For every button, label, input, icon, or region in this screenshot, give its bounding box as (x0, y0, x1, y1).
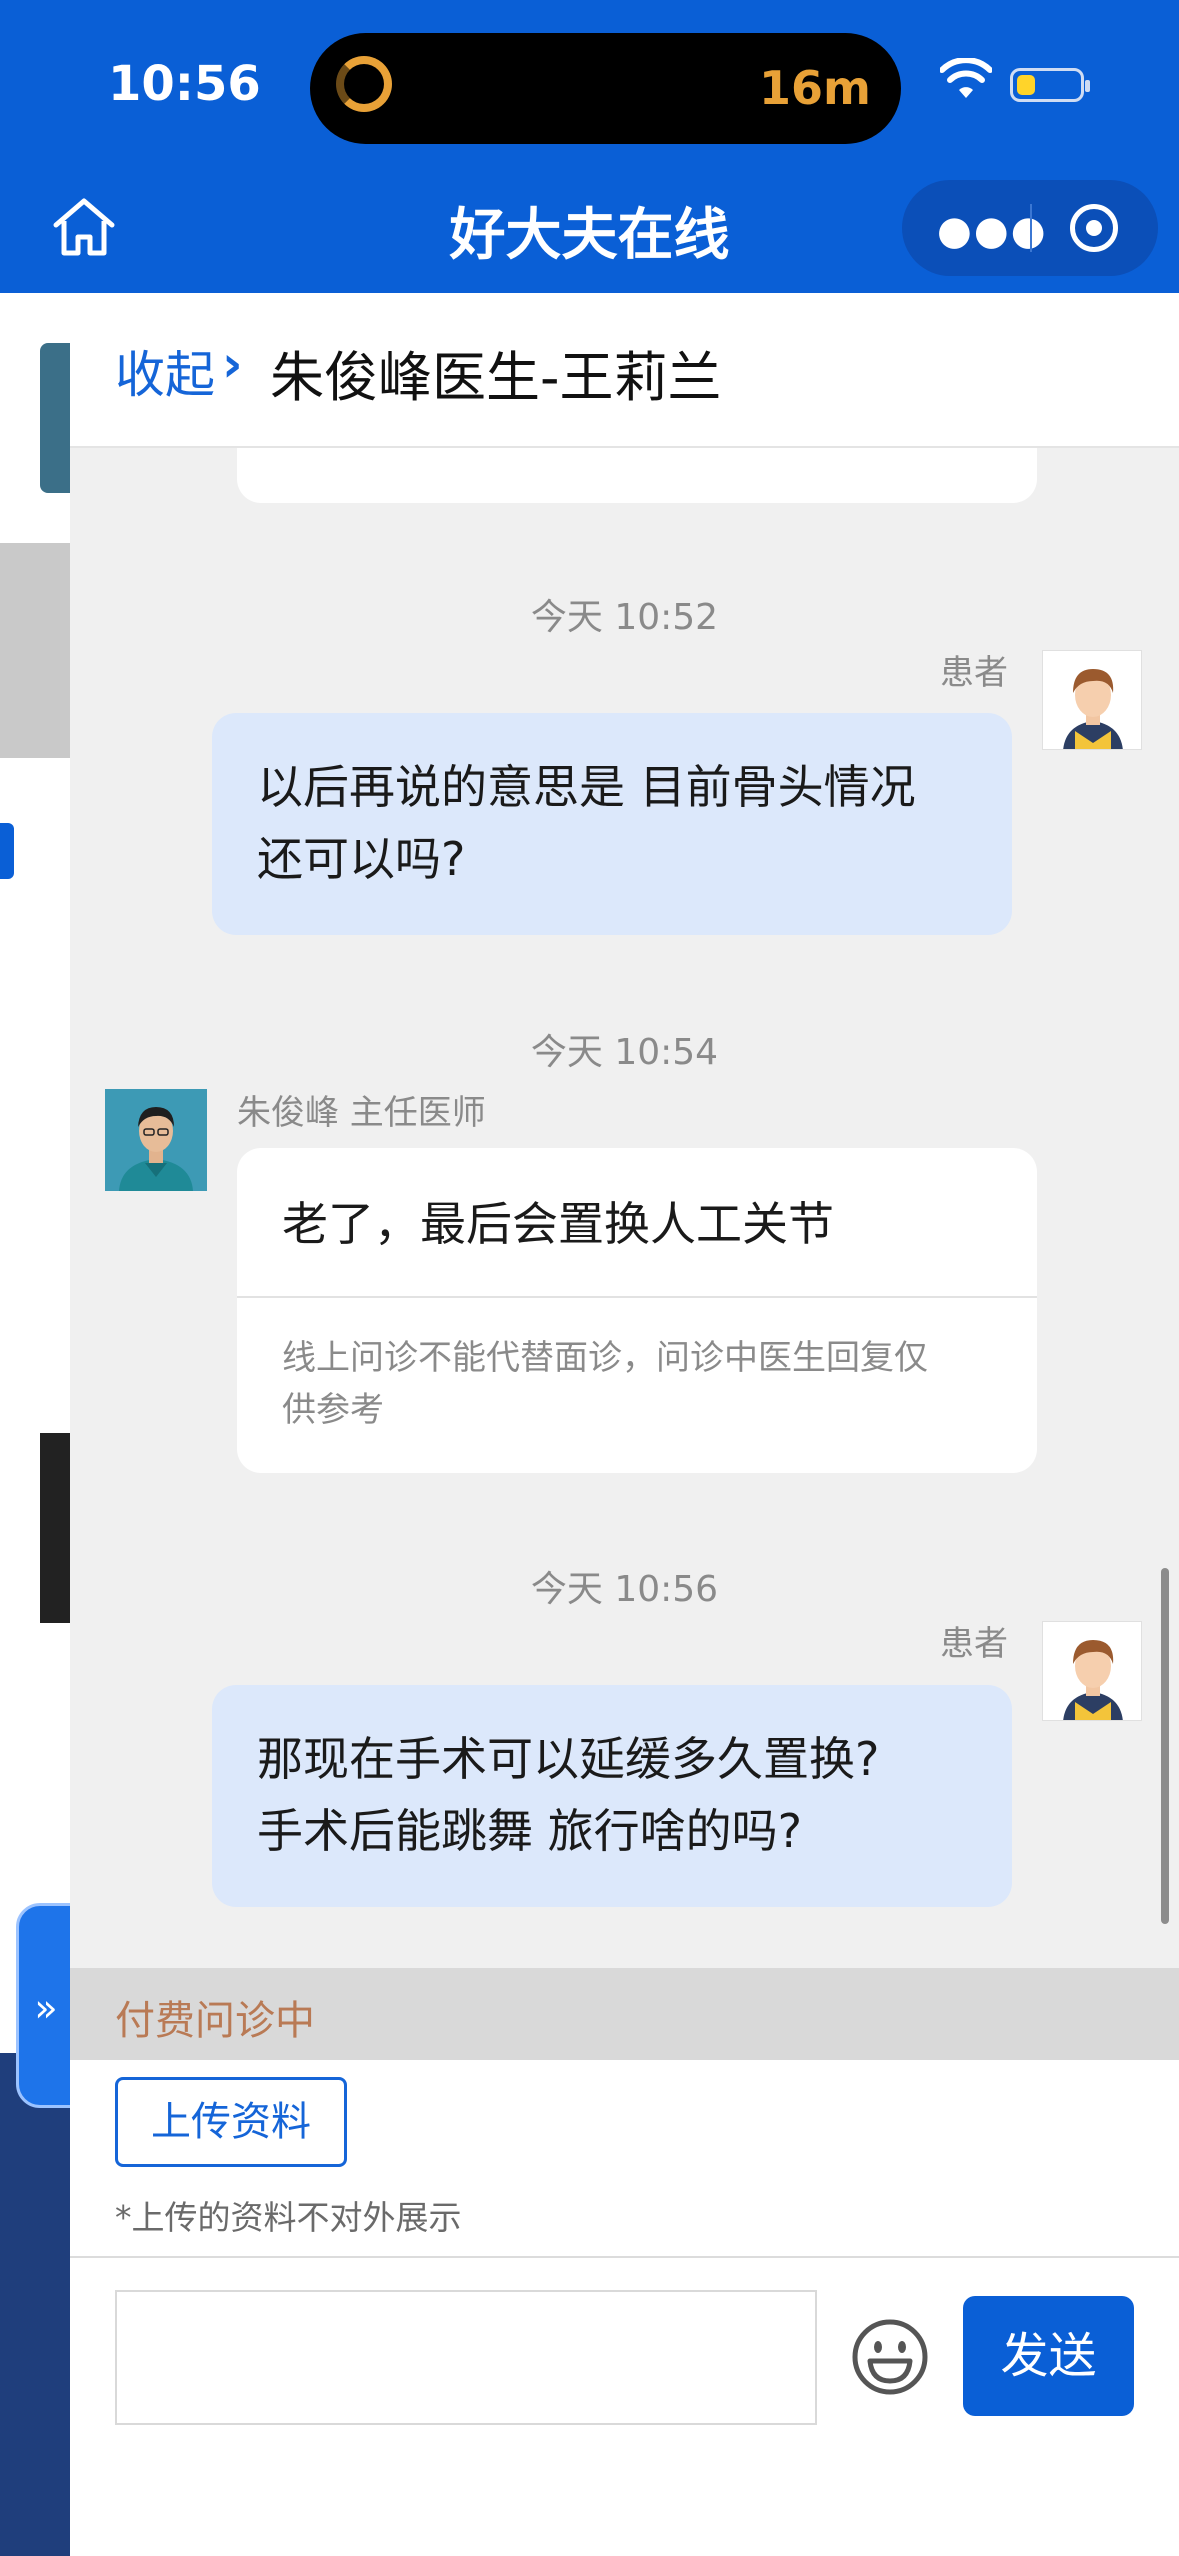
patient-message-bubble: 那现在手术可以延缓多久置换? 手术后能跳舞 旅行啥的吗? (212, 1685, 1012, 1907)
sender-label: 患者 (940, 1624, 1008, 1664)
message-input[interactable] (115, 2290, 817, 2425)
chat-scrollbar[interactable] (1161, 1568, 1169, 1924)
upload-note: *上传的资料不对外展示 (115, 2198, 462, 2237)
chat-header: 收起 › 朱俊峰医生-王莉兰 (70, 293, 1179, 448)
upload-button[interactable]: 上传资料 (115, 2077, 347, 2167)
island-timer: 16m (759, 61, 871, 115)
message-text: 还可以吗? (257, 832, 466, 886)
wifi-icon (940, 58, 992, 98)
disclaimer-text: 线上问诊不能代替面诊，问诊中医生回复仅 供参考 (282, 1332, 992, 1436)
patient-message-bubble: 以后再说的意思是 目前骨头情况 还可以吗? (212, 713, 1012, 935)
emoji-icon[interactable] (850, 2317, 930, 2397)
chat-title: 朱俊峰医生-王莉兰 (270, 346, 722, 409)
doctor-avatar (105, 1089, 207, 1191)
bubble-divider (237, 1296, 1037, 1298)
disclaimer-line: 线上问诊不能代替面诊，问诊中医生回复仅 (282, 1338, 928, 1378)
sender-label: 患者 (940, 653, 1008, 693)
patient-avatar (1042, 650, 1142, 750)
background-page (0, 293, 70, 2556)
collapse-button[interactable]: 收起 (115, 335, 215, 407)
timer-ring-icon (336, 56, 392, 112)
consult-status-bar: 付费问诊中 (70, 1968, 1179, 2060)
chat-messages[interactable]: 今天 10:52 患者 以后再说的意思是 目前骨头情况 还可以吗? 今天 10:… (70, 448, 1179, 1968)
chevron-right-icon: › (222, 335, 243, 393)
status-time: 10:56 (108, 56, 261, 112)
consult-status-text: 付费问诊中 (115, 1998, 315, 2044)
send-button[interactable]: 发送 (963, 2296, 1134, 2416)
doctor-message-bubble: 老了，最后会置换人工关节 线上问诊不能代替面诊，问诊中医生回复仅 供参考 (237, 1148, 1037, 1473)
composer-divider (70, 2256, 1179, 2258)
disclaimer-line: 供参考 (282, 1390, 384, 1430)
expand-drawer-tab[interactable]: » (16, 1903, 76, 2108)
message-text: 以后再说的意思是 目前骨头情况 (257, 760, 916, 814)
target-icon[interactable] (1070, 204, 1118, 252)
top-bar: 10:56 16m 好大夫在线 ●●● (0, 0, 1179, 293)
message-text: 那现在手术可以延缓多久置换? (257, 1732, 880, 1786)
previous-message-bubble (237, 448, 1037, 503)
dynamic-island: 16m (310, 33, 901, 144)
message-timestamp: 今天 10:56 (530, 1569, 719, 1610)
message-text: 手术后能跳舞 旅行啥的吗? (257, 1804, 803, 1858)
sender-label: 朱俊峰 主任医师 (237, 1093, 486, 1133)
message-timestamp: 今天 10:52 (530, 597, 719, 638)
message-timestamp: 今天 10:54 (530, 1032, 719, 1073)
patient-avatar (1042, 1621, 1142, 1721)
message-text: 老了，最后会置换人工关节 (282, 1197, 834, 1251)
miniapp-capsule: ●●● (902, 180, 1158, 276)
battery-icon (1010, 68, 1090, 102)
chat-panel: 收起 › 朱俊峰医生-王莉兰 今天 10:52 患者 以后再说的意思是 目前骨头… (70, 293, 1179, 2556)
